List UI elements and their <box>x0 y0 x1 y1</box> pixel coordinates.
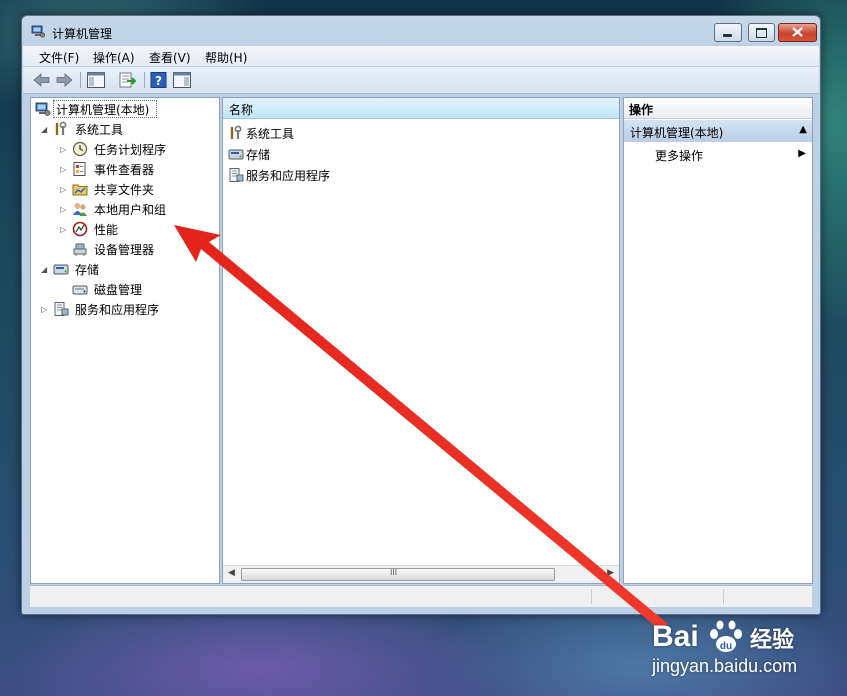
baidu-paw-icon: du <box>710 620 742 652</box>
annotation-arrow <box>174 225 668 630</box>
svg-text:du: du <box>720 641 732 652</box>
watermark-brand: Bai <box>652 620 699 653</box>
watermark-cn: 经验 <box>750 628 795 653</box>
watermark-url: jingyan.baidu.com <box>652 656 798 676</box>
baidu-jingyan-watermark: Bai du 经验 jingyan.baidu.com <box>648 616 838 684</box>
